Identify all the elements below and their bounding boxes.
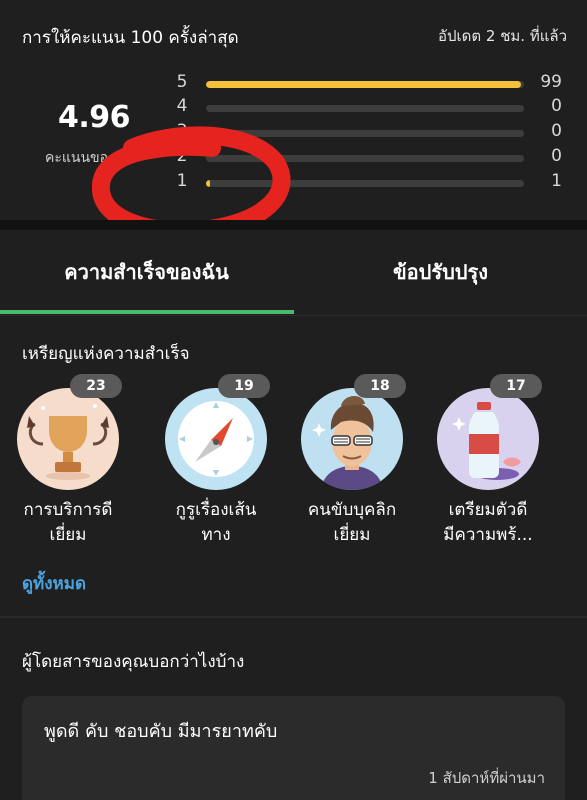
- rating-title: การให้คะแนน 100 ครั้งล่าสุด: [22, 28, 239, 48]
- badge-label: คนขับบุคลิก เยี่ยม: [284, 498, 420, 548]
- badge-label-line: การบริการดี: [23, 500, 113, 520]
- badge-excellent-service[interactable]: 23 การบริการดี เยี่ยม: [0, 374, 136, 545]
- see-all-link[interactable]: ดูทั้งหมด: [22, 570, 86, 597]
- bar-track: [206, 155, 524, 162]
- bar-star-label: 4: [176, 96, 188, 116]
- rating-updated-time: อัปเดต 2 ชม. ที่แล้ว: [438, 27, 567, 45]
- rating-bar-1-star: 1 1: [172, 171, 562, 195]
- compass-icon: [165, 388, 267, 490]
- bar-track: [206, 130, 524, 137]
- trophy-icon: [17, 388, 119, 490]
- tab-my-achievements[interactable]: ความสำเร็จของฉัน: [0, 230, 293, 314]
- comment-time: 1 สัปดาห์ที่ผ่านมา: [428, 769, 545, 787]
- badge-count: 19: [218, 374, 270, 398]
- bar-fill: [206, 81, 521, 88]
- badge-label-line: เยี่ยม: [49, 525, 87, 545]
- bar-count: 0: [551, 121, 562, 141]
- badge-label: การบริการดี เยี่ยม: [0, 498, 136, 548]
- bar-star-label: 5: [176, 72, 188, 92]
- bar-track: [206, 81, 524, 88]
- comment-card[interactable]: พูดดี คับ ชอบคับ มีมารยาทคับ 1 สัปดาห์ที…: [22, 696, 565, 800]
- passenger-feedback-section: ผู้โดยสารของคุณบอกว่าไงบ้าง พูดดี คับ ชอ…: [0, 618, 587, 800]
- rating-summary: การให้คะแนน 100 ครั้งล่าสุด อัปเดต 2 ชม.…: [0, 0, 587, 240]
- bar-count: 1: [551, 171, 562, 191]
- feedback-title: ผู้โดยสารของคุณบอกว่าไงบ้าง: [22, 652, 245, 672]
- badge-label: เตรียมตัวดี มีความพร้...: [420, 498, 556, 548]
- rating-bar-2-star: 2 0: [172, 146, 562, 170]
- water-bottle-icon: [437, 388, 539, 490]
- badge-label: กูรูเรื่องเส้น ทาง: [148, 498, 284, 548]
- badge-label-line: ทาง: [201, 525, 231, 545]
- bar-track: [206, 180, 524, 187]
- badge-count: 18: [354, 374, 406, 398]
- driver-avatar-icon: [301, 388, 403, 490]
- active-tab-indicator: [0, 310, 294, 314]
- badge-route-guru[interactable]: 19 กูรูเรื่องเส้น ทาง: [148, 374, 284, 545]
- achievements-section: เหรียญแห่งความสำเร็จ 23 การบริการดี เยี่…: [0, 316, 587, 616]
- bar-star-label: 3: [176, 121, 188, 141]
- average-score-label: คะแนนของ: [45, 150, 115, 166]
- average-score: 4.96: [58, 100, 131, 135]
- badge-label-line: เยี่ยม: [333, 525, 371, 545]
- comment-text: พูดดี คับ ชอบคับ มีมารยาทคับ: [44, 721, 278, 742]
- bar-star-label: 2: [176, 146, 188, 166]
- achievements-title: เหรียญแห่งความสำเร็จ: [22, 344, 190, 364]
- rating-bar-5-star: 5 99: [172, 72, 562, 96]
- badge-well-prepared[interactable]: 17 เตรียมตัวดี มีความพร้...: [420, 374, 556, 545]
- bar-fill: [206, 180, 210, 187]
- badge-count: 23: [70, 374, 122, 398]
- badge-label-line: คนขับบุคลิก: [307, 500, 397, 520]
- tab-bar: ความสำเร็จของฉัน ข้อปรับปรุง: [0, 230, 587, 316]
- badge-label-line: กูรูเรื่องเส้น: [175, 500, 257, 520]
- bar-count: 0: [551, 96, 562, 116]
- bar-count: 99: [540, 72, 562, 92]
- badge-label-line: มีความพร้...: [443, 525, 533, 545]
- badge-count: 17: [490, 374, 542, 398]
- badge-great-personality[interactable]: 18 คนขับบุคลิก เยี่ยม: [284, 374, 420, 545]
- tab-improvements[interactable]: ข้อปรับปรุง: [294, 230, 587, 314]
- section-divider: [0, 220, 587, 230]
- bar-count: 0: [551, 146, 562, 166]
- bar-star-label: 1: [176, 171, 188, 191]
- rating-bar-3-star: 3 0: [172, 121, 562, 145]
- bar-track: [206, 105, 524, 112]
- rating-bar-4-star: 4 0: [172, 96, 562, 120]
- badge-label-line: เตรียมตัวดี: [448, 500, 528, 520]
